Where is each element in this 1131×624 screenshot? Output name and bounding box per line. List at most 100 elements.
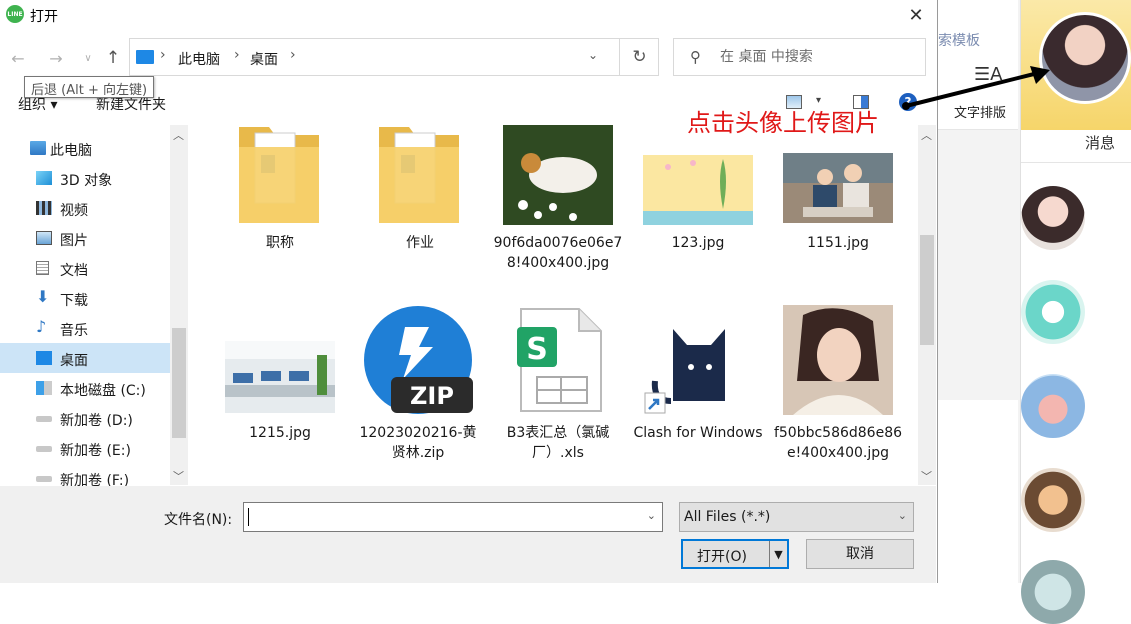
title-bar: LINE 打开 ✕ bbox=[0, 0, 938, 30]
drive-icon bbox=[36, 446, 52, 452]
file-name: 职称 bbox=[266, 235, 294, 251]
messages-label[interactable]: 消息 bbox=[1085, 132, 1115, 153]
open-split-dropdown-icon[interactable]: ▼ bbox=[769, 541, 787, 567]
breadcrumb-desktop[interactable]: 桌面 bbox=[250, 49, 278, 69]
scroll-down-icon[interactable]: ﹀ bbox=[921, 468, 932, 484]
dialog-title: 打开 bbox=[30, 9, 58, 25]
annotation-text: 点击头像上传图片 bbox=[687, 109, 879, 137]
refresh-button[interactable]: ↻ bbox=[619, 39, 659, 75]
file-name: Clash for Windows bbox=[633, 425, 763, 441]
address-bar[interactable]: › 此电脑 › 桌面 › ⌄ ↻ bbox=[129, 38, 659, 76]
file-name: 作业 bbox=[406, 235, 434, 251]
chevron-down-icon[interactable]: ⌄ bbox=[647, 509, 656, 522]
cancel-button[interactable]: 取消 bbox=[806, 539, 914, 569]
scroll-up-icon[interactable]: ︿ bbox=[173, 127, 184, 143]
contact-avatar[interactable] bbox=[1021, 468, 1085, 532]
nav-scrollbar[interactable]: ︿ ﹀ bbox=[170, 125, 188, 485]
file-item[interactable]: S B3表汇总（氯碱厂）.xls bbox=[493, 305, 623, 485]
forward-button[interactable]: → bbox=[44, 47, 68, 69]
nav-item-downloads[interactable]: ⬇ 下载 bbox=[0, 285, 170, 313]
office-photo-thumbnail bbox=[225, 341, 335, 413]
drive-icon bbox=[36, 416, 52, 422]
chevron-right-icon[interactable]: › bbox=[160, 47, 166, 63]
text-caret bbox=[248, 508, 249, 526]
close-button[interactable]: ✕ bbox=[898, 0, 934, 30]
file-scrollbar[interactable]: ︿ ﹀ bbox=[918, 125, 936, 485]
search-box[interactable]: ⚲ bbox=[673, 38, 926, 76]
filename-label: 文件名(N): bbox=[164, 512, 233, 528]
file-list: 职称 作业 90f6da0076e06e78!400x400.jpg 123.j… bbox=[190, 125, 936, 485]
portrait-photo-thumbnail bbox=[783, 305, 893, 415]
file-name: 1151.jpg bbox=[807, 235, 869, 251]
file-item[interactable]: 90f6da0076e06e78!400x400.jpg bbox=[493, 125, 623, 305]
annotation-arrow bbox=[902, 66, 1050, 110]
nav-item-label: 文档 bbox=[60, 263, 88, 279]
contact-avatar[interactable] bbox=[1021, 374, 1085, 438]
line-app-icon: LINE bbox=[6, 5, 24, 23]
nav-item-drive-e[interactable]: 新加卷 (E:) bbox=[0, 435, 170, 463]
scroll-down-icon[interactable]: ﹀ bbox=[173, 468, 184, 484]
file-item[interactable]: 1151.jpg bbox=[773, 125, 903, 305]
computer-icon bbox=[136, 50, 154, 64]
nav-item-music[interactable]: ♪ 音乐 bbox=[0, 315, 170, 343]
file-name: 12023020216-黄贤林.zip bbox=[359, 425, 477, 461]
nav-item-3d-objects[interactable]: 3D 对象 bbox=[0, 165, 170, 193]
file-name: 1215.jpg bbox=[249, 425, 311, 441]
scroll-up-icon[interactable]: ︿ bbox=[921, 127, 932, 143]
contact-avatar[interactable] bbox=[1021, 560, 1085, 624]
recent-locations-button[interactable]: ∨ bbox=[76, 47, 100, 69]
nav-item-label: 3D 对象 bbox=[60, 173, 113, 189]
filetype-select[interactable]: All Files (*.*) ⌄ bbox=[679, 502, 914, 532]
file-item[interactable]: 123.jpg bbox=[633, 125, 763, 305]
chevron-right-icon[interactable]: › bbox=[234, 47, 240, 63]
contact-avatar[interactable] bbox=[1021, 280, 1085, 344]
nav-item-label: 下载 bbox=[60, 293, 88, 309]
video-icon bbox=[36, 201, 52, 215]
file-item[interactable]: 1215.jpg bbox=[215, 315, 345, 485]
nav-item-this-pc[interactable]: 此电脑 bbox=[0, 135, 170, 163]
zip-archive-icon: ZIP bbox=[364, 306, 473, 414]
chevron-down-icon: ⌄ bbox=[897, 509, 907, 522]
nav-item-label: 图片 bbox=[60, 233, 88, 249]
open-button[interactable]: 打开(O) ▼ bbox=[681, 539, 789, 569]
file-item[interactable]: Clash for Windows bbox=[633, 315, 763, 485]
file-item[interactable]: 作业 bbox=[355, 125, 485, 305]
desktop-icon bbox=[36, 351, 52, 365]
open-file-dialog: LINE 打开 ✕ ← → ∨ ↑ › 此电脑 › 桌面 › ⌄ ↻ ⚲ 组织 … bbox=[0, 0, 938, 583]
search-template-text[interactable]: 索模板 bbox=[938, 30, 980, 50]
search-input[interactable] bbox=[720, 47, 920, 67]
chevron-down-icon[interactable]: ⌄ bbox=[588, 48, 598, 62]
file-item[interactable]: f50bbc586d86e86e!400x400.jpg bbox=[773, 305, 903, 485]
back-button[interactable]: ← bbox=[6, 47, 30, 69]
filename-input[interactable]: ⌄ bbox=[243, 502, 663, 532]
drive-icon bbox=[36, 476, 52, 482]
chevron-right-icon[interactable]: › bbox=[290, 47, 296, 63]
download-icon: ⬇ bbox=[36, 287, 50, 306]
dialog-footer: 文件名(N): ⌄ All Files (*.*) ⌄ 打开(O) ▼ 取消 bbox=[0, 486, 936, 583]
nav-item-label: 新加卷 (E:) bbox=[60, 443, 131, 459]
music-icon: ♪ bbox=[36, 317, 47, 336]
breadcrumb-thispc[interactable]: 此电脑 bbox=[178, 49, 220, 69]
nav-item-desktop[interactable]: 桌面 bbox=[0, 343, 170, 373]
nav-item-drive-d[interactable]: 新加卷 (D:) bbox=[0, 405, 170, 433]
up-button[interactable]: ↑ bbox=[101, 47, 125, 69]
open-button-label: 打开(O) bbox=[697, 549, 747, 565]
family-photo-thumbnail bbox=[783, 153, 893, 223]
navigation-pane: 此电脑 3D 对象 视频 图片 文档 ⬇ 下载 ♪ 音乐 桌面 本地磁盘 (C:… bbox=[0, 125, 190, 489]
file-item[interactable]: 职称 bbox=[215, 125, 345, 305]
file-name: 90f6da0076e06e78!400x400.jpg bbox=[493, 235, 623, 271]
file-item[interactable]: ZIP 12023020216-黄贤林.zip bbox=[353, 305, 483, 485]
nav-item-label: 视频 bbox=[60, 203, 88, 219]
scrollbar-thumb[interactable] bbox=[920, 235, 934, 345]
nav-item-pictures[interactable]: 图片 bbox=[0, 225, 170, 253]
search-icon: ⚲ bbox=[690, 48, 701, 66]
windows-drive-icon bbox=[36, 381, 52, 395]
nav-item-label: 本地磁盘 (C:) bbox=[60, 383, 146, 399]
scrollbar-thumb[interactable] bbox=[172, 328, 186, 438]
nav-item-documents[interactable]: 文档 bbox=[0, 255, 170, 283]
nav-item-drive-c[interactable]: 本地磁盘 (C:) bbox=[0, 375, 170, 403]
nav-item-videos[interactable]: 视频 bbox=[0, 195, 170, 223]
image-thumbnail bbox=[643, 155, 753, 225]
contact-avatar[interactable] bbox=[1021, 186, 1085, 250]
folder-icon bbox=[379, 127, 459, 223]
